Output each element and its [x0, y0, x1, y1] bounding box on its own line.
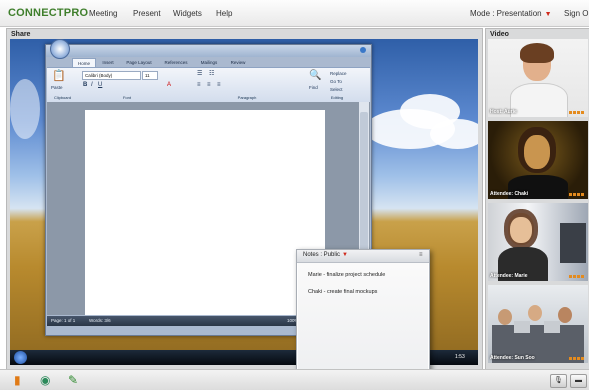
font-color-icon[interactable]: A: [167, 82, 171, 89]
font-size-box[interactable]: 11: [142, 71, 158, 80]
align-center-icon[interactable]: ≡: [207, 82, 211, 89]
numbering-icon[interactable]: ☷: [209, 71, 214, 78]
mode-selector[interactable]: Mode : Presentation ▼: [470, 9, 552, 18]
word-title-bar: [46, 45, 371, 57]
video-label: Host: Aurie: [490, 109, 517, 115]
notes-pod: Notes : Public ▼ ≡ Marie - finalize proje…: [296, 249, 430, 377]
tab-references[interactable]: References: [160, 58, 192, 67]
share-pod-title: Share: [11, 31, 31, 38]
camera-button[interactable]: ▬: [570, 374, 587, 388]
tab-page-layout[interactable]: Page Layout: [122, 58, 156, 67]
note-line: Marie - finalize project schedule: [308, 272, 386, 278]
select-button[interactable]: Select: [330, 86, 343, 93]
microphone-button[interactable]: 🎙: [550, 374, 567, 388]
signal-indicator: [569, 111, 585, 114]
windows-start-icon[interactable]: [14, 351, 27, 364]
signal-indicator: [569, 357, 585, 360]
menu-meeting[interactable]: Meeting: [89, 9, 117, 18]
tab-insert[interactable]: Insert: [98, 58, 118, 67]
bullets-icon[interactable]: ☰: [197, 71, 202, 78]
status-words: Words: 3/6: [89, 318, 111, 323]
status-page: Page: 1 of 1: [51, 318, 76, 323]
video-pod: Video Host: Aurie Attendee: Chaki Attend…: [485, 28, 589, 370]
paste-label: Paste: [51, 85, 63, 90]
note-line: Chaki - create final mockups: [308, 289, 378, 295]
menu-help[interactable]: Help: [216, 9, 232, 18]
video-feed-attendee-sun-soo: Attendee: Sun Soo: [488, 285, 588, 363]
sign-out-link[interactable]: Sign Out: [564, 9, 589, 18]
goto-button[interactable]: Go To: [330, 78, 342, 85]
menu-widgets[interactable]: Widgets: [173, 9, 202, 18]
align-left-icon[interactable]: ≡: [197, 82, 201, 89]
notes-title[interactable]: Notes : Public ▼: [303, 252, 348, 258]
group-editing: Editing: [330, 95, 344, 100]
chevron-down-icon: ▼: [544, 11, 552, 18]
tab-mailings[interactable]: Mailings: [196, 58, 222, 67]
chevron-down-icon: ▼: [342, 252, 348, 258]
signal-indicator: [569, 193, 585, 196]
signal-indicator: [569, 275, 585, 278]
video-feed-attendee-chaki: Attendee: Chaki: [488, 121, 588, 199]
ribbon: 📋 Paste Calibri (Body) 11 B I U A ☰ ☷ ≡ …: [47, 67, 370, 103]
document-icon[interactable]: ▮: [14, 373, 21, 387]
align-right-icon[interactable]: ≡: [217, 82, 221, 89]
video-feed-attendee-marie: Attendee: Marie: [488, 203, 588, 281]
find-label: Find: [309, 85, 318, 90]
tab-review[interactable]: Review: [226, 58, 250, 67]
bottom-toolbar: ▮ ◉ ✎ 🎙 ▬: [0, 369, 589, 390]
help-icon[interactable]: [360, 47, 366, 53]
underline-icon[interactable]: U: [98, 82, 102, 89]
group-paragraph: Paragraph: [237, 95, 257, 100]
font-name-box[interactable]: Calibri (Body): [82, 71, 141, 80]
top-menu-bar: CONNECTPRO Meeting Present Widgets Help …: [0, 0, 589, 27]
connectpro-logo: CONNECTPRO: [8, 7, 89, 19]
italic-icon[interactable]: I: [91, 82, 93, 89]
paste-icon[interactable]: 📋: [52, 70, 66, 82]
video-pod-title: Video: [490, 31, 509, 38]
document-page[interactable]: [85, 110, 325, 315]
pod-menu-icon[interactable]: ≡: [419, 252, 423, 258]
video-label: Attendee: Marie: [490, 273, 528, 279]
group-font: Font: [122, 95, 131, 100]
notes-body[interactable]: Marie - finalize project schedule Chaki …: [298, 263, 428, 375]
pencil-icon[interactable]: ✎: [68, 373, 78, 387]
office-button[interactable]: [50, 39, 70, 59]
find-icon[interactable]: 🔍: [309, 71, 321, 81]
taskbar-clock: 1:53: [455, 354, 465, 360]
search-icon[interactable]: ◉: [40, 373, 50, 387]
menu-present[interactable]: Present: [133, 9, 161, 18]
notes-title-text: Notes : Public: [303, 252, 341, 258]
video-label: Attendee: Chaki: [490, 191, 529, 197]
group-clipboard: Clipboard: [53, 95, 72, 100]
video-label: Attendee: Sun Soo: [490, 355, 535, 361]
video-feed-host: Host: Aurie: [488, 39, 588, 117]
bold-icon[interactable]: B: [83, 82, 87, 89]
replace-button[interactable]: Replace: [330, 70, 347, 77]
notes-header: Notes : Public ▼ ≡: [297, 250, 429, 263]
mode-label: Mode : Presentation: [470, 9, 542, 18]
